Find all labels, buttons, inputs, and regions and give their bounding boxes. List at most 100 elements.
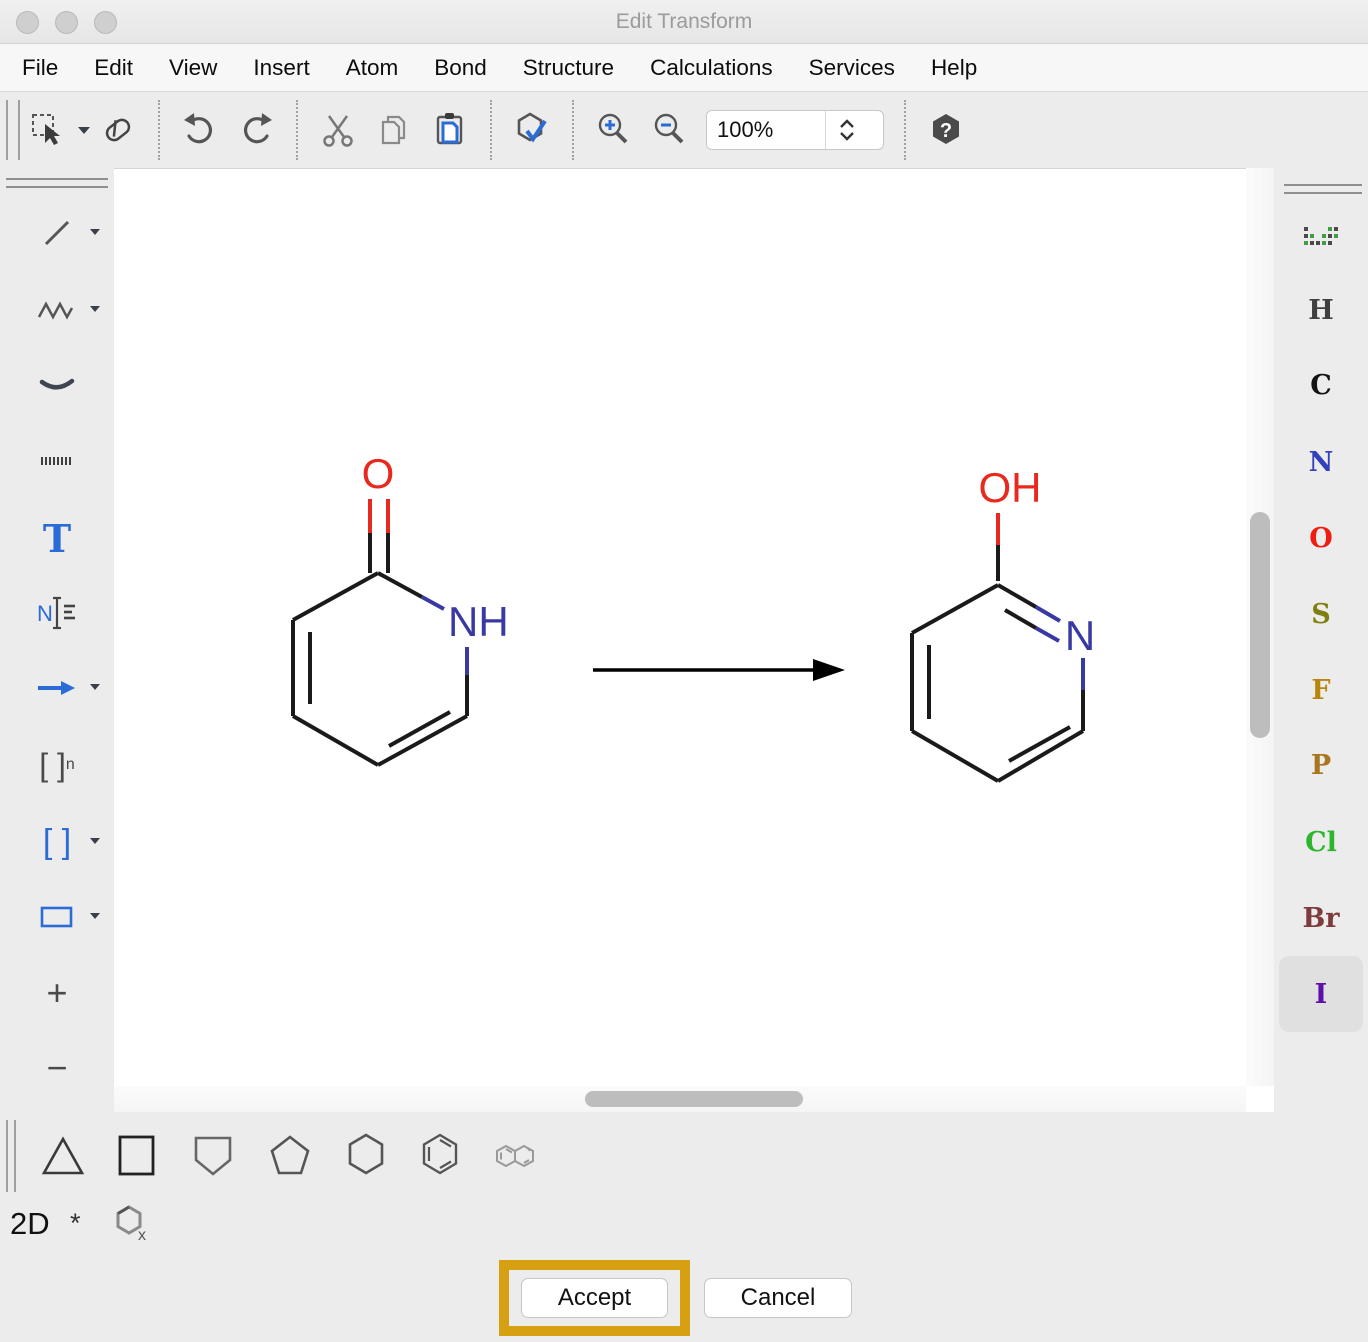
chain-tool-dropdown[interactable] <box>90 306 100 312</box>
template-cyclopentane-down-button[interactable] <box>183 1126 243 1186</box>
clean-structure-button[interactable]: x <box>112 1202 152 1249</box>
element-button-n[interactable]: N <box>1279 436 1363 488</box>
template-naphthalene-button[interactable] <box>486 1126 546 1186</box>
mode-row: 2D * x <box>0 1200 1368 1252</box>
menu-file[interactable]: File <box>4 55 76 81</box>
hexagon-x-icon: x <box>112 1202 152 1244</box>
element-button-br[interactable]: Br <box>1279 892 1363 944</box>
rectangle-icon <box>35 897 79 937</box>
check-structure-button[interactable] <box>509 107 555 153</box>
vertical-scrollbar[interactable] <box>1246 168 1274 1086</box>
svg-text:N: N <box>37 601 53 626</box>
bond-tool-button[interactable] <box>0 209 114 257</box>
pyridine-n-label[interactable]: N <box>1065 612 1095 659</box>
structure-check-icon <box>511 109 553 151</box>
element-button-o[interactable]: O <box>1279 512 1363 564</box>
arc-icon <box>35 366 79 406</box>
palette-drag-handle[interactable] <box>6 178 108 188</box>
element-button-p[interactable]: P <box>1279 739 1363 791</box>
selection-tool-dropdown[interactable] <box>78 127 90 134</box>
menu-services[interactable]: Services <box>791 55 913 81</box>
element-palette: H C N O S F P Cl Br I <box>1274 168 1368 1112</box>
element-button-h[interactable]: H <box>1279 284 1363 336</box>
template-cyclobutane-button[interactable] <box>107 1126 167 1186</box>
menu-help[interactable]: Help <box>913 55 995 81</box>
reaction-arrow-tool-button[interactable] <box>0 664 114 712</box>
close-window-button[interactable] <box>16 11 39 34</box>
redo-button[interactable] <box>233 107 279 153</box>
brackets-tool-button[interactable]: [ ] <box>0 818 114 866</box>
increase-charge-button[interactable]: + <box>0 969 114 1017</box>
pentagon-icon <box>262 1128 318 1184</box>
accept-button[interactable]: Accept <box>521 1278 668 1318</box>
reaction-arrow[interactable] <box>593 659 845 681</box>
pentagon-down-icon <box>185 1128 241 1184</box>
amine-nh-label[interactable]: NH <box>448 598 509 645</box>
toolbar-drag-handle[interactable] <box>6 100 20 160</box>
template-cyclopentane-button[interactable] <box>260 1126 320 1186</box>
horizontal-scrollbar-thumb[interactable] <box>585 1091 803 1107</box>
decrease-charge-button[interactable]: − <box>0 1044 114 1092</box>
dimension-mode-toggle[interactable]: 2D <box>10 1206 50 1242</box>
repeat-group-tool-button[interactable]: [ ]n <box>0 741 114 789</box>
atom-label-tool-button[interactable]: N <box>0 589 114 637</box>
reaction-arrow-icon <box>34 668 80 708</box>
eraser-button[interactable] <box>95 107 141 153</box>
paste-icon <box>430 110 470 150</box>
carbonyl-oxygen-label[interactable]: O <box>362 450 395 497</box>
zoom-level-input[interactable] <box>707 111 825 149</box>
element-button-i[interactable]: I <box>1279 956 1363 1032</box>
zoom-stepper[interactable] <box>825 111 867 149</box>
reactant-2-pyridone[interactable]: O NH <box>293 450 509 765</box>
menu-calculations[interactable]: Calculations <box>632 55 791 81</box>
bond-tool-dropdown[interactable] <box>90 229 100 235</box>
naphthalene-icon <box>486 1128 546 1184</box>
cut-button[interactable] <box>315 107 361 153</box>
minimize-window-button[interactable] <box>55 11 78 34</box>
any-atom-button[interactable]: * <box>70 1208 81 1239</box>
template-benzene-button[interactable] <box>410 1126 470 1186</box>
hash-marks-icon <box>35 441 79 481</box>
copy-button[interactable] <box>371 107 417 153</box>
rectangle-tool-dropdown[interactable] <box>90 913 100 919</box>
selection-tool-button[interactable] <box>25 107 71 153</box>
help-icon: ? <box>926 110 966 150</box>
chain-tool-button[interactable] <box>0 286 114 334</box>
palette-drag-handle[interactable] <box>1284 184 1362 194</box>
template-cyclohexane-button[interactable] <box>336 1126 396 1186</box>
menu-edit[interactable]: Edit <box>76 55 151 81</box>
eraser-icon <box>98 110 138 150</box>
arc-tool-button[interactable] <box>0 362 114 410</box>
hash-bond-tool-button[interactable] <box>0 437 114 485</box>
menu-insert[interactable]: Insert <box>235 55 327 81</box>
menu-bond[interactable]: Bond <box>416 55 505 81</box>
horizontal-scrollbar[interactable] <box>114 1086 1246 1112</box>
cancel-button[interactable]: Cancel <box>704 1278 852 1318</box>
product-2-hydroxypyridine[interactable]: OH N <box>912 464 1095 781</box>
element-button-c[interactable]: C <box>1279 359 1363 411</box>
zoom-window-button[interactable] <box>94 11 117 34</box>
help-button[interactable]: ? <box>923 107 969 153</box>
rectangle-tool-button[interactable] <box>0 893 114 941</box>
reaction-arrow-dropdown[interactable] <box>90 684 100 690</box>
periodic-table-button[interactable] <box>1279 212 1363 264</box>
zoom-out-button[interactable] <box>647 107 693 153</box>
vertical-scrollbar-thumb[interactable] <box>1250 512 1270 738</box>
template-bar-drag-handle[interactable] <box>6 1120 16 1192</box>
menu-atom[interactable]: Atom <box>328 55 417 81</box>
undo-button[interactable] <box>177 107 223 153</box>
brackets-tool-dropdown[interactable] <box>90 838 100 844</box>
element-button-f[interactable]: F <box>1279 664 1363 716</box>
element-button-s[interactable]: S <box>1279 588 1363 640</box>
window-title: Edit Transform <box>0 10 1368 34</box>
drawing-canvas[interactable]: O NH OH <box>114 168 1246 1086</box>
paste-button[interactable] <box>427 107 473 153</box>
element-button-cl[interactable]: Cl <box>1279 816 1363 868</box>
template-cyclopropane-button[interactable] <box>33 1126 93 1186</box>
text-tool-button[interactable]: T <box>0 514 114 562</box>
menu-structure[interactable]: Structure <box>505 55 632 81</box>
hydroxyl-oh-label[interactable]: OH <box>979 464 1042 511</box>
menu-view[interactable]: View <box>151 55 235 81</box>
stepper-up-icon <box>839 119 855 129</box>
zoom-in-button[interactable] <box>591 107 637 153</box>
